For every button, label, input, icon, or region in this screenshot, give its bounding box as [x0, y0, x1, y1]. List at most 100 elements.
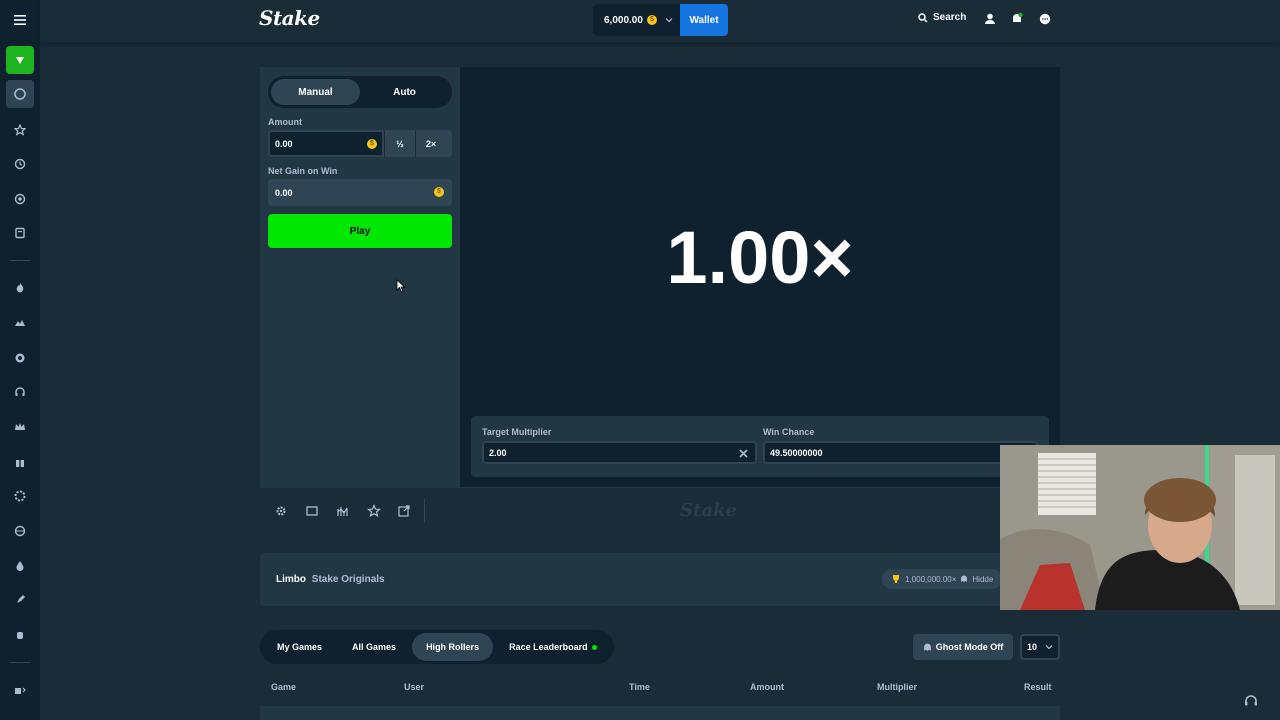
top-bar: Stake 6,000.00 $ Wallet Search: [40, 0, 1280, 42]
game-area: 1.00× Target Multiplier 2.00 Win Chance …: [460, 67, 1060, 487]
tab-manual[interactable]: Manual: [271, 79, 360, 105]
crown-icon[interactable]: [6, 413, 34, 441]
bets-tabs: My Games All Games High Rollers Race Lea…: [260, 630, 614, 664]
mouse-cursor-icon: [396, 279, 406, 293]
challenges-icon[interactable]: [6, 185, 34, 213]
live-dot-icon: [591, 644, 597, 650]
favourite-star-icon[interactable]: [367, 504, 381, 518]
webcam-overlay: [1000, 445, 1280, 610]
headset-icon[interactable]: [6, 378, 34, 406]
sidebar-divider: [10, 260, 30, 261]
tab-my-games[interactable]: My Games: [263, 633, 336, 661]
sidebar: [0, 0, 40, 720]
amount-group: 0.00 $ ½ 2×: [268, 130, 452, 157]
search-label: Search: [933, 12, 967, 23]
hot-icon[interactable]: [6, 274, 34, 302]
live-casino-icon[interactable]: [6, 344, 34, 372]
hidden-label: Hidde: [972, 574, 994, 584]
chip-icon[interactable]: [6, 482, 34, 510]
play-button[interactable]: Play: [268, 214, 452, 248]
target-multiplier-value: 2.00: [489, 447, 507, 458]
close-icon[interactable]: [739, 449, 748, 458]
bets-tabs-bar: My Games All Games High Rollers Race Lea…: [260, 630, 1060, 664]
sports-icon[interactable]: [6, 80, 34, 108]
bet-panel: Manual Auto Amount 0.00 $ ½ 2× Net Gain …: [260, 67, 460, 487]
tab-all-games[interactable]: All Games: [338, 633, 410, 661]
webcam-image: [1000, 445, 1280, 610]
row-count-select[interactable]: 10: [1020, 634, 1060, 660]
popout-icon[interactable]: [397, 504, 411, 518]
amount-input[interactable]: 0.00 $: [268, 130, 384, 157]
search-icon: [918, 12, 928, 23]
game-provider: Stake Originals: [311, 574, 385, 585]
balance-value: 6,000.00: [604, 14, 643, 26]
ghost-mode-button[interactable]: Ghost Mode Off: [913, 634, 1013, 660]
race-leaderboard-label: Race Leaderboard: [509, 642, 588, 652]
tab-auto[interactable]: Auto: [360, 79, 449, 105]
coin-icon: $: [434, 187, 444, 197]
bets-icon[interactable]: [6, 219, 34, 247]
stake-logo[interactable]: Stake: [259, 6, 320, 30]
chat-icon[interactable]: [1038, 12, 1052, 26]
sidebar-divider: [10, 662, 30, 663]
row-count-value: 10: [1027, 642, 1038, 652]
table-row[interactable]: [260, 706, 1060, 720]
notifications-icon[interactable]: [1010, 12, 1024, 26]
game-title: Limbo Stake Originals: [276, 574, 385, 585]
coin-icon: $: [367, 139, 377, 149]
support-headset-icon[interactable]: [1240, 690, 1262, 712]
recent-icon[interactable]: [6, 150, 34, 178]
favourites-icon[interactable]: [6, 116, 34, 144]
win-chance-input[interactable]: 49.50000000: [763, 441, 1038, 464]
ghost-icon: [961, 575, 968, 582]
column-header-time: Time: [629, 682, 650, 692]
slots-icon[interactable]: [6, 309, 34, 337]
column-header-user: User: [404, 682, 425, 692]
double-button[interactable]: 2×: [415, 130, 446, 157]
chevron-down-icon: [1045, 645, 1053, 650]
hand-icon[interactable]: [6, 621, 34, 649]
footer-logo: Stake: [680, 500, 737, 521]
limbo-controls: Target Multiplier 2.00 Win Chance 49.500…: [471, 416, 1049, 477]
column-header-multiplier: Multiplier: [877, 682, 917, 692]
chevron-down-icon: [665, 18, 673, 23]
trophy-icon: [893, 575, 899, 583]
balance-selector[interactable]: 6,000.00 $: [593, 4, 681, 36]
rocket-icon[interactable]: [6, 586, 34, 614]
ghost-icon: [923, 643, 931, 651]
game-info-bar[interactable]: Limbo Stake Originals 1,000,000.00× Hidd…: [260, 553, 1060, 606]
tab-race-leaderboard[interactable]: Race Leaderboard: [495, 633, 611, 661]
user-icon[interactable]: [983, 12, 997, 26]
casino-icon[interactable]: [6, 46, 34, 74]
game-footer: Stake: [260, 487, 1060, 533]
promotions-expand-icon[interactable]: [6, 676, 34, 704]
game-name: Limbo: [276, 574, 306, 585]
theatre-mode-icon[interactable]: [305, 504, 319, 518]
column-header-game: Game: [271, 682, 297, 692]
globe-icon[interactable]: [6, 517, 34, 545]
tab-high-rollers[interactable]: High Rollers: [412, 633, 494, 661]
amount-value: 0.00: [275, 138, 293, 149]
wallet-button[interactable]: Wallet: [680, 4, 728, 36]
max-win-value: 1,000,000.00×: [905, 574, 957, 584]
net-gain-value: 0.00: [275, 187, 293, 198]
drop-icon[interactable]: [6, 552, 34, 580]
mode-toggle: Manual Auto: [268, 76, 452, 108]
coin-icon: $: [646, 15, 657, 25]
settings-icon[interactable]: [274, 504, 288, 518]
amount-label: Amount: [268, 117, 302, 127]
net-gain-field: 0.00 $: [268, 179, 452, 206]
column-header-amount: Amount: [750, 682, 784, 692]
half-button[interactable]: ½: [384, 130, 415, 157]
stats-icon[interactable]: [336, 504, 350, 518]
gift-icon[interactable]: [6, 448, 34, 476]
win-chance-value: 49.50000000: [770, 447, 823, 458]
target-multiplier-input[interactable]: 2.00: [482, 441, 757, 464]
footer-divider: [424, 499, 425, 523]
win-chance-label: Win Chance: [763, 427, 815, 437]
target-multiplier-label: Target Multiplier: [482, 427, 552, 437]
search-button[interactable]: Search: [918, 12, 966, 23]
max-win-badge: 1,000,000.00× Hidde: [882, 569, 1003, 589]
menu-icon[interactable]: [6, 6, 34, 34]
net-gain-label: Net Gain on Win: [268, 166, 338, 176]
